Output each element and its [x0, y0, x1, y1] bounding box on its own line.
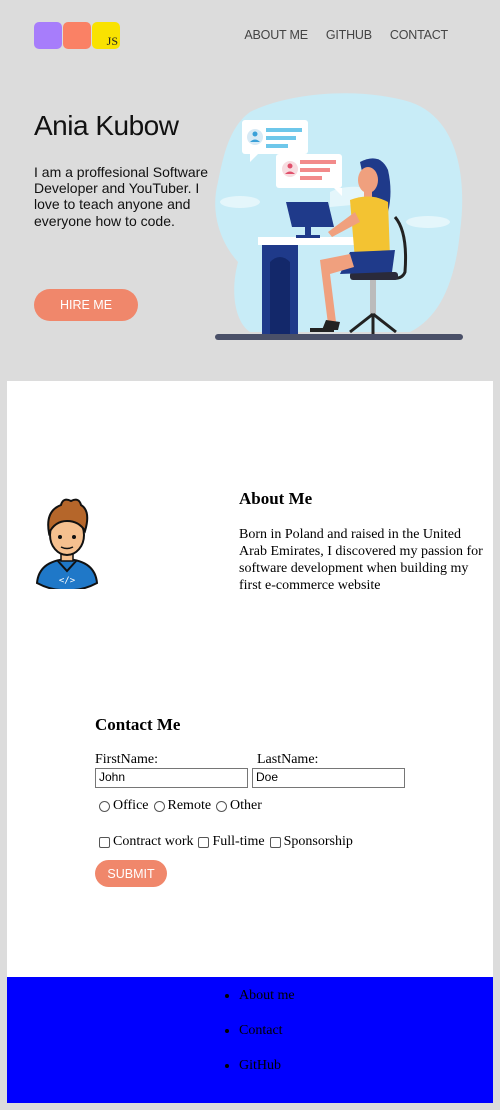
- checkbox-option-contract[interactable]: Contract work: [99, 834, 193, 850]
- hire-me-button[interactable]: HIRE ME: [34, 289, 138, 321]
- footer-link-github[interactable]: GitHub: [225, 1058, 295, 1093]
- fulltime-label: Full-time: [212, 834, 265, 849]
- top-nav: ABOUT ME GITHUB CONTACT: [244, 28, 448, 42]
- developer-avatar: </>: [31, 498, 103, 589]
- checkbox-option-fulltime[interactable]: Full-time: [198, 834, 265, 850]
- submit-button[interactable]: SUBMIT: [95, 860, 167, 887]
- fulltime-checkbox[interactable]: [198, 836, 210, 848]
- lastname-input[interactable]: Doe: [252, 768, 405, 788]
- office-radio[interactable]: [99, 800, 110, 812]
- work-location-radios: Office Remote Other: [99, 798, 267, 814]
- footer-link-contact[interactable]: Contact: [225, 1023, 295, 1058]
- radio-option-remote[interactable]: Remote: [153, 798, 212, 814]
- work-type-checkboxes: Contract work Full-time Sponsorship: [99, 834, 358, 850]
- main-panel: </> About Me Born in Poland and raised i…: [7, 381, 493, 977]
- footer-link-about-label: About me: [239, 988, 295, 1003]
- lastname-label: LastName:: [257, 752, 319, 767]
- other-label: Other: [230, 798, 262, 813]
- remote-radio[interactable]: [153, 800, 165, 812]
- logo-purple-square: [34, 22, 62, 49]
- other-radio[interactable]: [216, 800, 228, 812]
- checkbox-option-sponsorship[interactable]: Sponsorship: [269, 834, 353, 850]
- logo[interactable]: JS: [34, 22, 120, 49]
- contract-checkbox[interactable]: [99, 836, 110, 848]
- footer-link-github-label: GitHub: [239, 1058, 281, 1073]
- contact-title: Contact Me: [95, 715, 181, 734]
- logo-orange-square: [63, 22, 91, 49]
- footer-link-contact-label: Contact: [239, 1023, 283, 1038]
- bullet-icon: [225, 1029, 229, 1033]
- hero-description: I am a proffesional Software Developer a…: [34, 164, 209, 229]
- nav-about-me[interactable]: ABOUT ME: [244, 28, 308, 42]
- hero-name: Ania Kubow: [34, 110, 179, 141]
- sponsorship-checkbox[interactable]: [269, 836, 281, 848]
- firstname-label: FirstName:: [95, 752, 158, 767]
- remote-label: Remote: [167, 798, 212, 813]
- about-text: Born in Poland and raised in the United …: [239, 527, 483, 593]
- nav-contact[interactable]: CONTACT: [390, 28, 448, 42]
- logo-js-label: JS: [106, 34, 118, 48]
- bullet-icon: [225, 1064, 229, 1068]
- contract-label: Contract work: [113, 834, 194, 849]
- firstname-input[interactable]: John: [95, 768, 248, 788]
- sponsorship-label: Sponsorship: [283, 834, 353, 849]
- footer-links: About me Contact GitHub: [225, 988, 295, 1093]
- svg-text:</>: </>: [59, 576, 76, 586]
- bullet-icon: [225, 994, 229, 998]
- office-label: Office: [113, 798, 149, 813]
- nav-github[interactable]: GITHUB: [326, 28, 372, 42]
- logo-yellow-square: JS: [92, 22, 120, 49]
- about-title: About Me: [239, 489, 313, 508]
- radio-option-other[interactable]: Other: [216, 798, 262, 814]
- radio-option-office[interactable]: Office: [99, 798, 149, 814]
- footer-link-about[interactable]: About me: [225, 988, 295, 1023]
- developer-at-desk-illustration: [215, 93, 463, 340]
- footer: About me Contact GitHub: [7, 977, 493, 1103]
